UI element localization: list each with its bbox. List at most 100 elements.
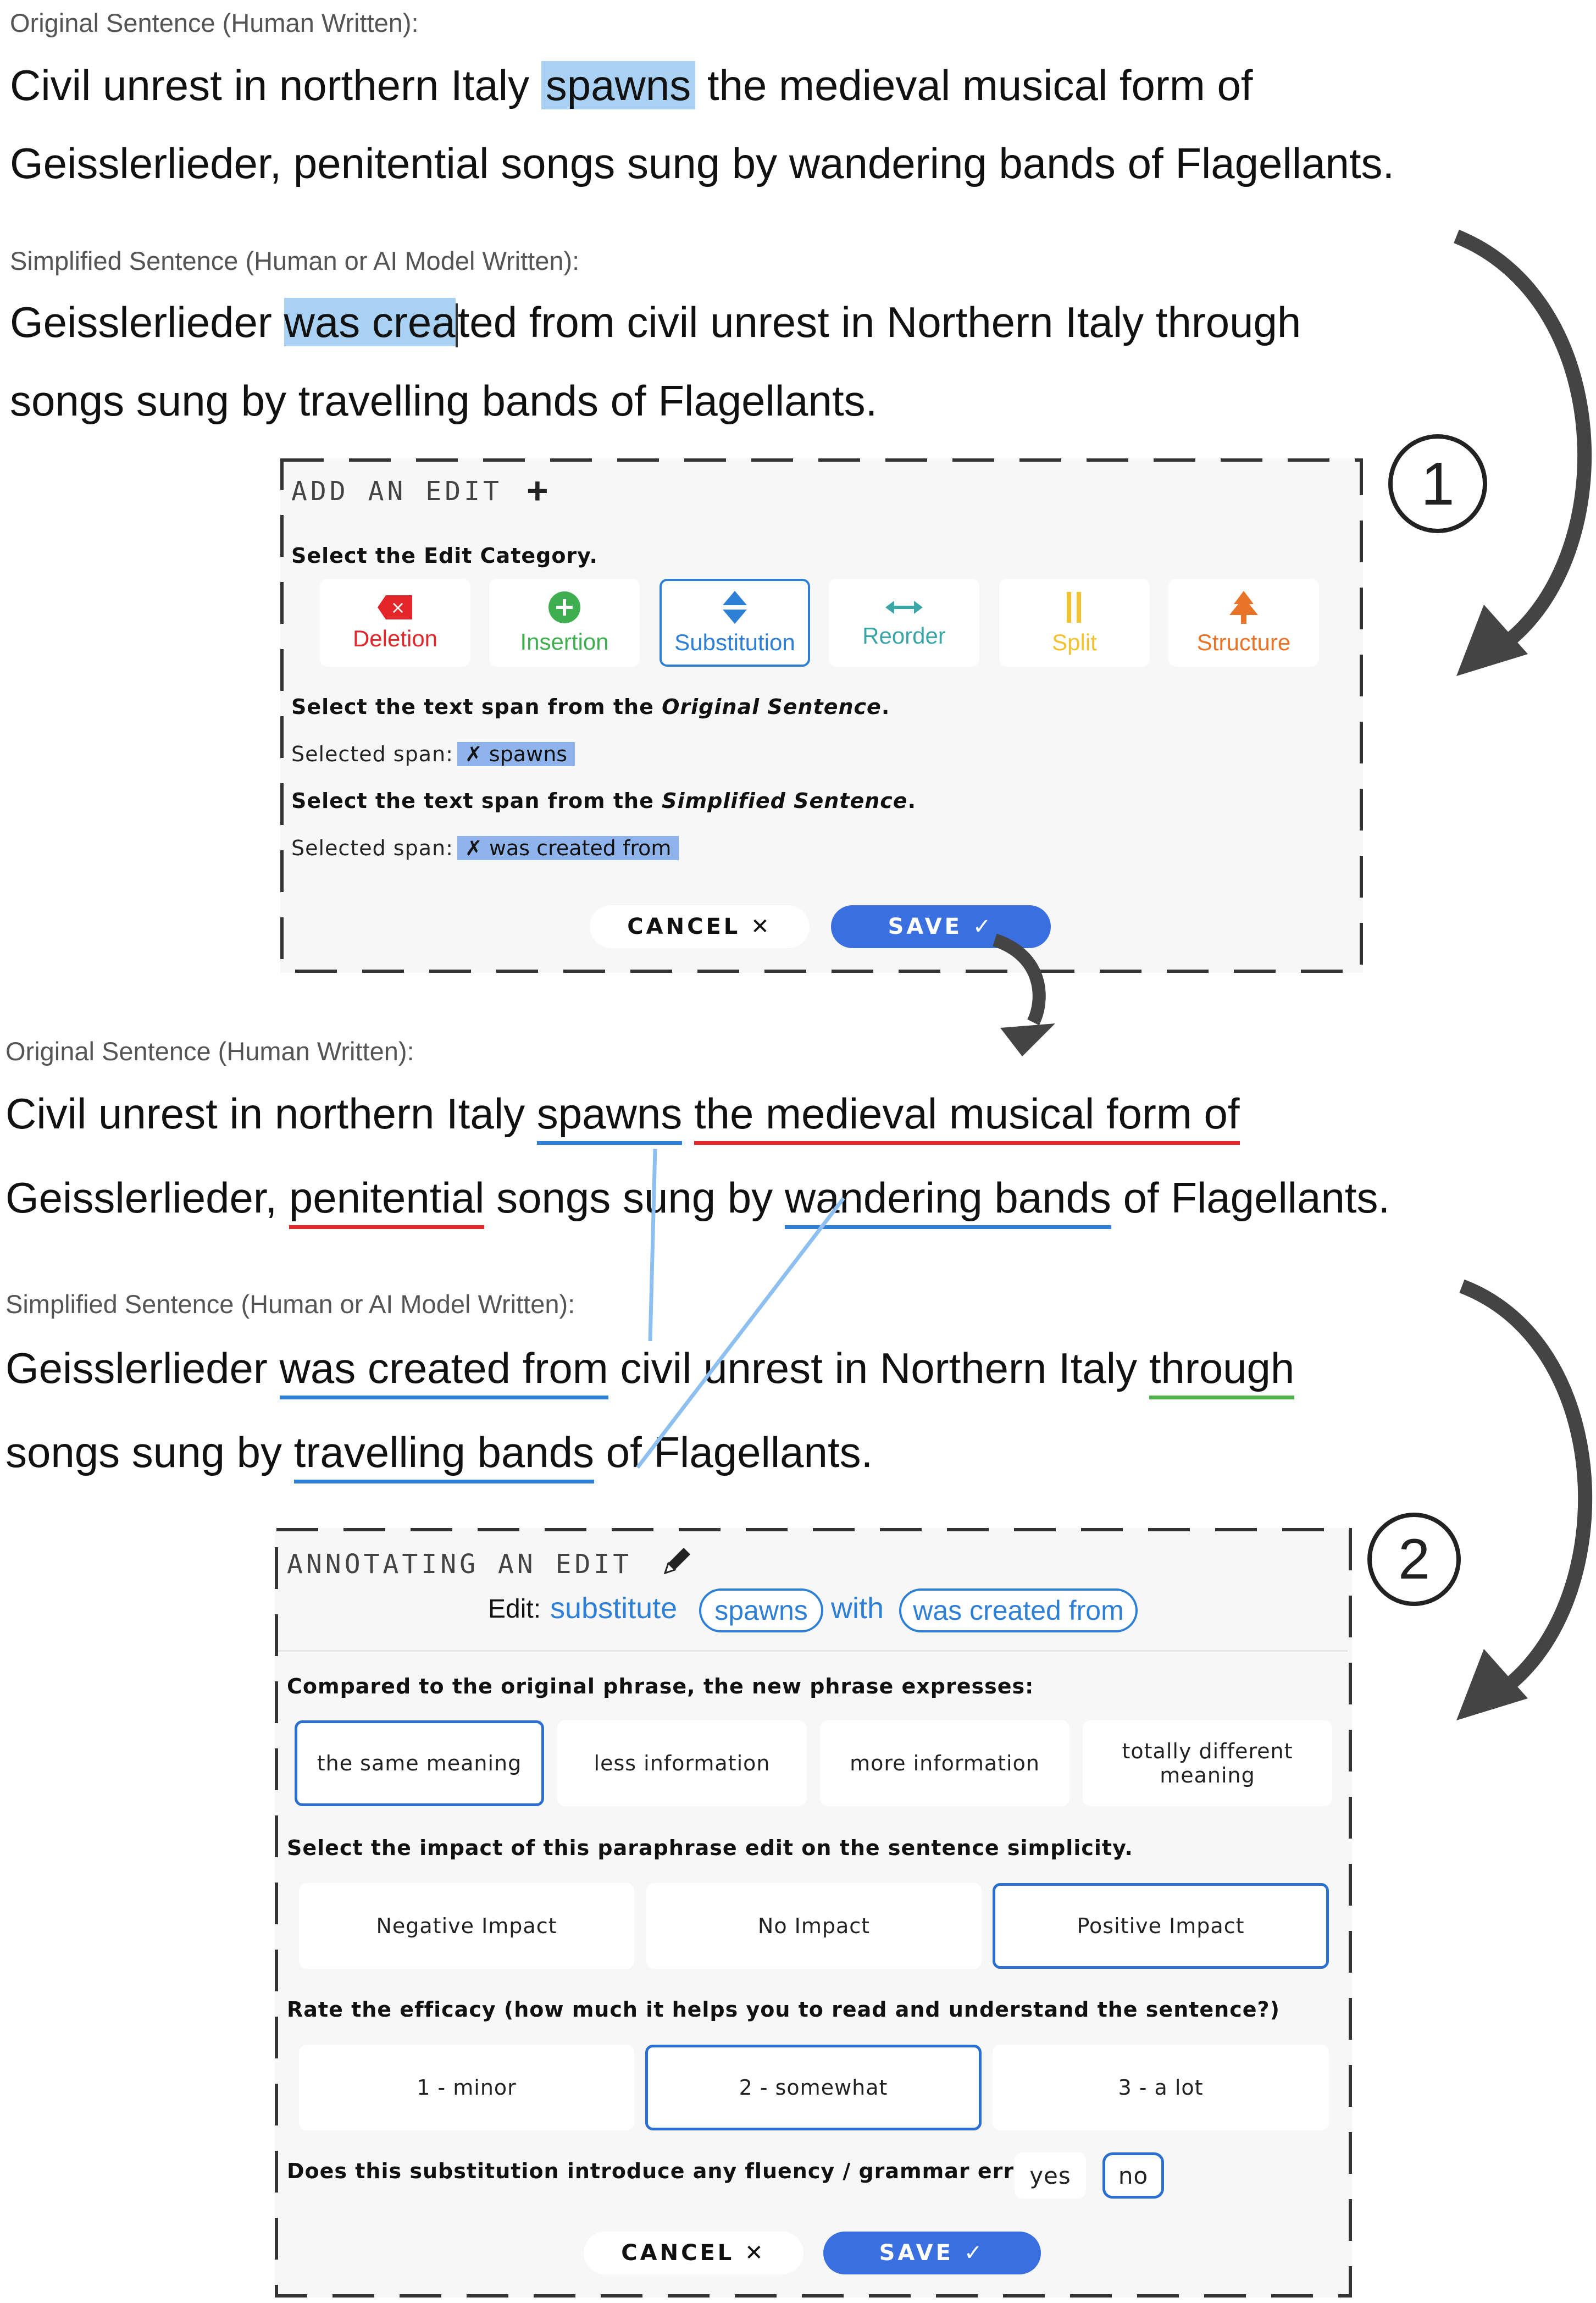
edit-from-pill[interactable]: spawns	[699, 1588, 823, 1632]
option-efficacy-somewhat[interactable]: 2 - somewhat	[645, 2045, 982, 2130]
selected-span-label: Selected span:	[291, 742, 453, 766]
original-text: Geisslerlieder,	[5, 1173, 289, 1222]
category-deletion[interactable]: × Deletion	[320, 579, 470, 667]
cancel-button[interactable]: CANCEL ✕	[590, 905, 810, 948]
original-text	[682, 1089, 694, 1138]
selected-span-label: Selected span:	[291, 836, 453, 860]
prompt-emphasis: Original Sentence	[662, 695, 882, 719]
original-sentence-line1: Civil unrest in northern Italy spawns th…	[5, 1089, 1240, 1145]
option-no-impact[interactable]: No Impact	[646, 1883, 982, 1969]
edit-to-pill[interactable]: was created from	[899, 1588, 1138, 1632]
edit-with: with	[831, 1592, 884, 1625]
edit-summary-label: Edit:	[488, 1595, 541, 1624]
edit-verb: substitute	[550, 1592, 678, 1625]
edit-span-deletion[interactable]: penitential	[289, 1173, 485, 1229]
edit-span-insertion[interactable]: through	[1149, 1344, 1295, 1399]
simplified-span-chip[interactable]: ✗ was created from	[457, 836, 679, 860]
simplified-text: ted from civil unrest in Northern Italy …	[457, 298, 1301, 346]
prompt-text: Select the text span from the	[291, 789, 662, 813]
alignment-line	[636, 1197, 845, 1469]
category-insertion[interactable]: Insertion	[489, 579, 640, 667]
category-reorder[interactable]: Reorder	[829, 579, 979, 667]
simplified-sentence-line1: Geisslerlieder was created from civil un…	[10, 298, 1301, 348]
option-more-information[interactable]: more information	[820, 1720, 1069, 1806]
option-less-information[interactable]: less information	[557, 1720, 807, 1806]
prompt-text: Select the text span from the	[291, 695, 662, 719]
original-caption: Original Sentence (Human Written):	[5, 1037, 414, 1066]
simplified-text: Geisslerlieder	[10, 298, 284, 346]
edit-span-substitution[interactable]: was created from	[279, 1344, 608, 1399]
category-label: Split	[1052, 629, 1097, 655]
plus-circle-icon	[548, 591, 580, 623]
highlighted-span[interactable]: spawns	[541, 61, 696, 109]
original-text: the medieval musical form of	[695, 61, 1253, 109]
simplified-sentence-line1: Geisslerlieder was created from civil un…	[5, 1344, 1295, 1399]
simplified-sentence-line2: songs sung by travelling bands of Flagel…	[5, 1428, 873, 1483]
cancel-button[interactable]: CANCEL ✕	[584, 2232, 803, 2274]
simplified-caption: Simplified Sentence (Human or AI Model W…	[5, 1289, 575, 1319]
simplified-text: civil unrest in Northern Italy	[608, 1344, 1149, 1392]
impact-question: Select the impact of this paraphrase edi…	[287, 1836, 1133, 1860]
small-curved-arrow-icon	[992, 933, 1055, 1056]
swap-vertical-icon	[723, 591, 747, 624]
option-efficacy-a-lot[interactable]: 3 - a lot	[993, 2045, 1329, 2130]
prompt-text: .	[881, 695, 890, 719]
option-same-meaning[interactable]: the same meaning	[295, 1720, 544, 1806]
original-span-chip[interactable]: ✗ spawns	[457, 742, 575, 766]
tree-icon	[1229, 591, 1258, 624]
category-label: Deletion	[352, 625, 438, 651]
svg-text:×: ×	[391, 597, 406, 618]
simplified-span-prompt: Select the text span from the Simplified…	[291, 789, 916, 813]
simplified-text: Geisslerlieder	[5, 1344, 280, 1392]
category-substitution[interactable]: Substitution	[660, 579, 810, 667]
original-span-prompt: Select the text span from the Original S…	[291, 695, 890, 719]
category-label: Structure	[1196, 629, 1291, 655]
category-prompt: Select the Edit Category.	[291, 544, 598, 568]
original-sentence-line1: Civil unrest in northern Italy spawns th…	[10, 61, 1253, 109]
original-text: songs sung by	[484, 1173, 785, 1222]
option-fluency-yes[interactable]: yes	[1015, 2152, 1086, 2199]
edit-span-substitution[interactable]: spawns	[536, 1089, 683, 1145]
category-structure[interactable]: Structure	[1168, 579, 1319, 667]
plus-icon[interactable]: +	[527, 469, 548, 512]
edit-span-deletion[interactable]: the medieval musical form of	[694, 1089, 1240, 1145]
original-text: Civil unrest in northern Italy	[5, 1089, 537, 1138]
divider	[278, 1650, 1348, 1652]
efficacy-question: Rate the efficacy (how much it helps you…	[287, 1997, 1280, 2022]
category-split[interactable]: Split	[999, 579, 1150, 667]
option-fluency-no[interactable]: no	[1102, 2152, 1164, 2199]
simplified-text: of Flagellants.	[594, 1428, 873, 1476]
prompt-emphasis: Simplified Sentence	[662, 789, 908, 813]
delete-icon: ×	[378, 595, 412, 619]
edit-span-substitution[interactable]: wandering bands	[784, 1173, 1111, 1229]
category-label: Insertion	[520, 629, 609, 655]
category-label: Reorder	[862, 623, 946, 649]
edit-span-substitution[interactable]: travelling bands	[293, 1428, 595, 1483]
original-sentence-line2: Geisslerlieder, penitential songs sung b…	[10, 139, 1395, 187]
add-edit-title: ADD AN EDIT	[291, 476, 502, 507]
pencil-icon	[663, 1548, 690, 1575]
original-text: Civil unrest in northern Italy	[10, 61, 541, 109]
category-label: Substitution	[674, 629, 795, 655]
original-text: of Flagellants.	[1111, 1173, 1390, 1222]
simplified-text: songs sung by	[5, 1428, 294, 1476]
fluency-question: Does this substitution introduce any flu…	[287, 2159, 1053, 2183]
option-positive-impact[interactable]: Positive Impact	[993, 1883, 1329, 1969]
option-efficacy-minor[interactable]: 1 - minor	[299, 2045, 634, 2130]
original-caption: Original Sentence (Human Written):	[10, 8, 419, 37]
option-totally-different-meaning[interactable]: totally different meaning	[1083, 1720, 1332, 1806]
prompt-text: .	[907, 789, 917, 813]
curved-arrow-icon	[1456, 1279, 1593, 1720]
step-badge: 1	[1388, 434, 1487, 533]
original-sentence-line2: Geisslerlieder, penitential songs sung b…	[5, 1173, 1390, 1229]
simplified-sentence-line2: songs sung by travelling bands of Flagel…	[10, 377, 878, 425]
arrows-horizontal-icon	[885, 601, 923, 614]
option-negative-impact[interactable]: Negative Impact	[299, 1883, 634, 1969]
annotate-title: ANNOTATING AN EDIT	[287, 1549, 633, 1580]
split-icon	[1067, 592, 1081, 623]
highlighted-span[interactable]: was crea	[284, 298, 456, 346]
step-badge: 2	[1367, 1513, 1461, 1606]
save-button[interactable]: SAVE ✓	[823, 2232, 1041, 2274]
meaning-question: Compared to the original phrase, the new…	[287, 1674, 1034, 1698]
simplified-caption: Simplified Sentence (Human or AI Model W…	[10, 246, 580, 275]
